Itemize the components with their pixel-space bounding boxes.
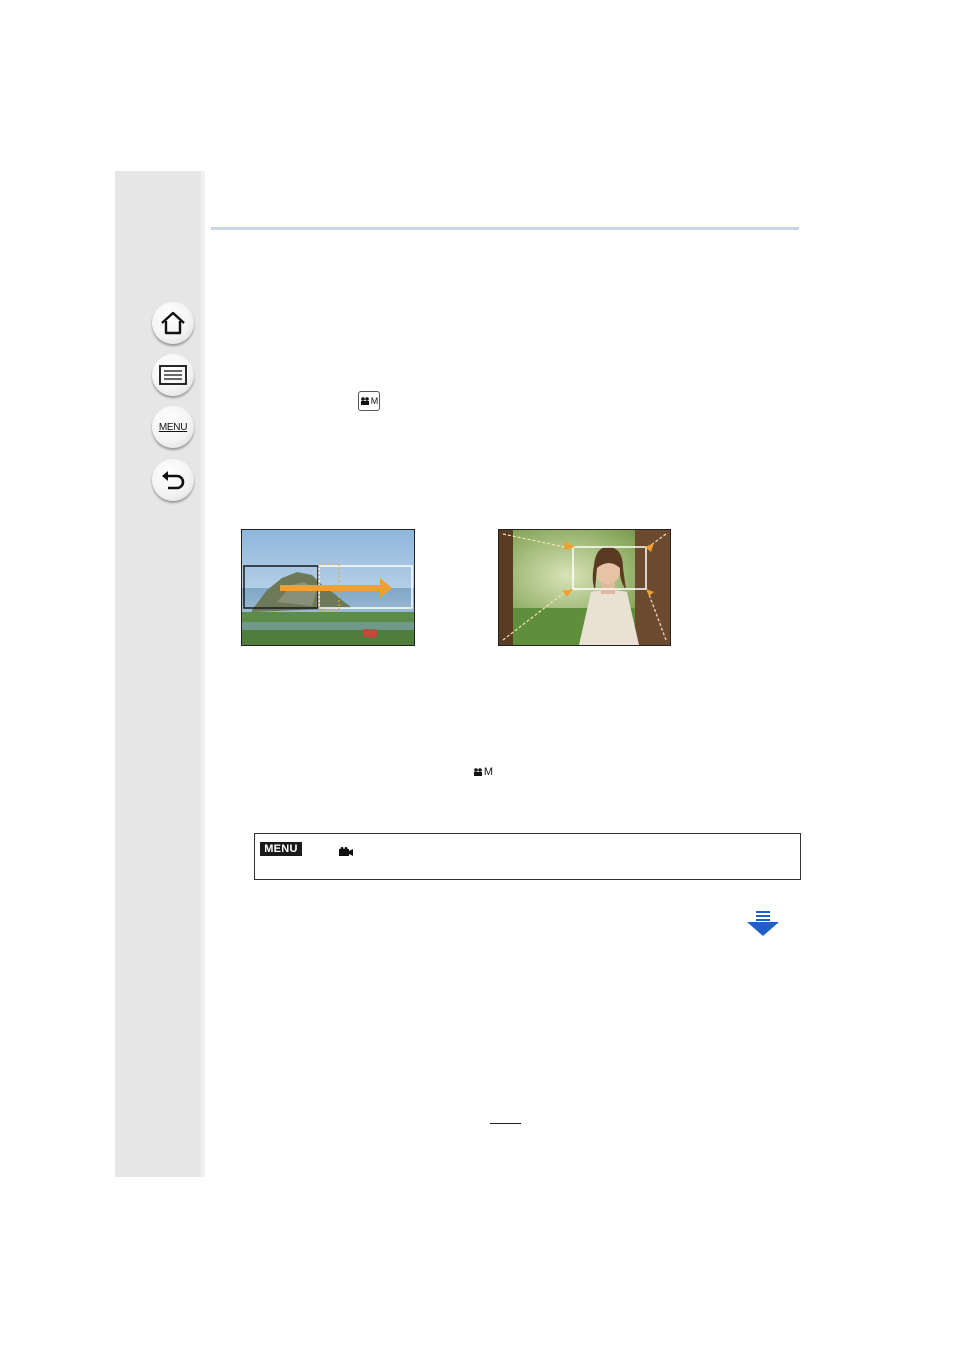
contents-list-icon bbox=[159, 365, 187, 385]
sidebar-edge bbox=[201, 171, 205, 1177]
menu-badge: MENU bbox=[260, 842, 302, 856]
creative-video-mode-icon: M bbox=[358, 391, 380, 411]
zoom-in-example-photo bbox=[498, 529, 671, 646]
back-icon bbox=[162, 471, 185, 490]
panning-example-photo bbox=[241, 529, 415, 646]
home-button[interactable] bbox=[152, 302, 194, 344]
back-button[interactable] bbox=[152, 459, 194, 501]
contents-list-button[interactable] bbox=[152, 354, 194, 396]
page-number-underline bbox=[490, 1123, 521, 1124]
menu-path-box: MENU bbox=[254, 833, 801, 880]
next-page-button[interactable] bbox=[747, 911, 779, 942]
motion-picture-menu-icon bbox=[339, 843, 353, 861]
home-icon bbox=[161, 311, 185, 335]
next-page-arrow-icon bbox=[747, 911, 779, 936]
menu-icon: MENU bbox=[158, 421, 188, 433]
creative-video-mode-icon: M bbox=[472, 765, 494, 779]
header-rule bbox=[211, 227, 799, 230]
menu-button[interactable]: MENU bbox=[152, 406, 194, 448]
